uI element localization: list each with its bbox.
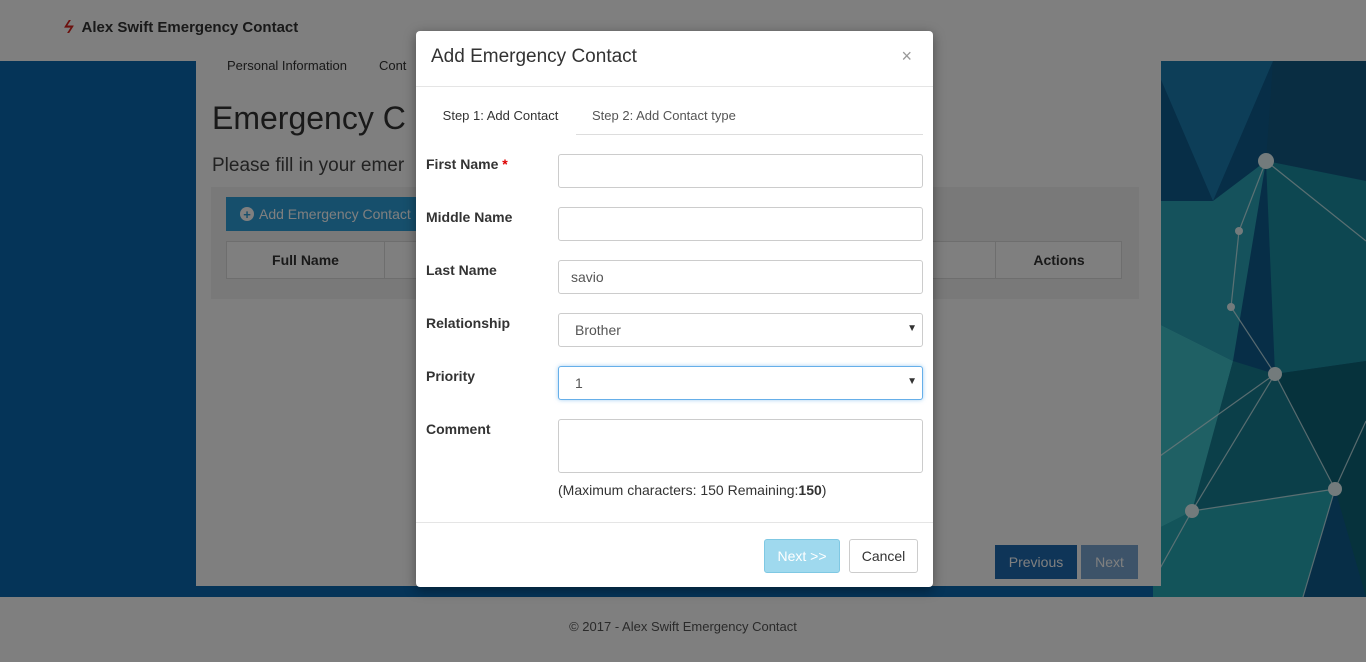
last-name-label: Last Name: [426, 262, 497, 278]
middle-name-label: Middle Name: [426, 209, 513, 225]
remaining-count: 150: [798, 482, 822, 498]
last-name-field[interactable]: [558, 260, 923, 294]
comment-field[interactable]: [558, 419, 923, 473]
tab-step-2-add-contact-type[interactable]: Step 2: Add Contact type: [592, 99, 736, 133]
modal-title: Add Emergency Contact: [431, 46, 637, 67]
wizard-steps: Step 1: Add Contact Step 2: Add Contact …: [426, 99, 923, 135]
middle-name-field[interactable]: [558, 207, 923, 241]
chevron-down-icon: ▼: [907, 376, 917, 387]
first-name-label: First Name *: [426, 156, 508, 172]
priority-select[interactable]: 1 ▼: [558, 366, 923, 400]
close-icon[interactable]: ×: [895, 45, 918, 68]
modal-footer: Next >> Cancel: [416, 522, 933, 588]
char-count-hint: (Maximum characters: 150 Remaining:150): [558, 482, 827, 498]
priority-value: 1: [575, 375, 583, 391]
relationship-value: Brother: [575, 322, 621, 338]
first-name-field[interactable]: [558, 154, 923, 188]
next-step-button[interactable]: Next >>: [764, 539, 840, 573]
comment-label: Comment: [426, 421, 491, 437]
relationship-label: Relationship: [426, 315, 511, 331]
priority-label: Priority: [426, 368, 476, 384]
cancel-button[interactable]: Cancel: [849, 539, 918, 573]
chevron-down-icon: ▼: [907, 323, 917, 334]
required-marker: *: [502, 156, 508, 172]
add-emergency-contact-modal: Add Emergency Contact × Step 1: Add Cont…: [416, 31, 933, 587]
relationship-select[interactable]: Brother ▼: [558, 313, 923, 347]
steps-divider: [576, 134, 923, 135]
tab-step-1-add-contact[interactable]: Step 1: Add Contact: [426, 99, 575, 133]
modal-header: Add Emergency Contact ×: [416, 31, 933, 87]
